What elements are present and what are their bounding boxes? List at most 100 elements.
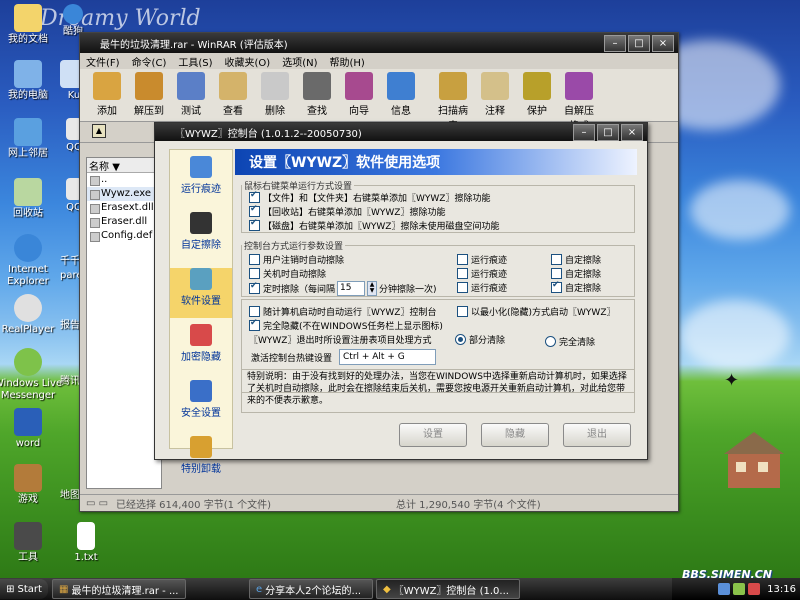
menu-file[interactable]: 文件(F): [86, 54, 120, 69]
close-button[interactable]: ×: [621, 124, 643, 141]
timed-trace-checkbox[interactable]: 运行痕迹: [457, 281, 507, 294]
sidebar-item-software-settings[interactable]: 软件设置: [170, 268, 232, 318]
toolbar-button-delete[interactable]: 删除: [256, 69, 294, 121]
toolbar-label: 解压到: [134, 106, 164, 117]
file-item[interactable]: ..: [87, 173, 161, 187]
tray-app-icon[interactable]: [748, 583, 761, 595]
interval-spinner[interactable]: ▲ ▼: [367, 281, 378, 296]
sidebar-item-custom-erase[interactable]: 自定擦除: [170, 212, 232, 262]
toolbar-button-wizard[interactable]: 向导: [340, 69, 378, 121]
dialog-title: 〖WYWZ〗控制台 (1.0.1.2--20050730): [175, 128, 362, 140]
hide-button[interactable]: 隐藏: [481, 423, 549, 447]
desktop-icon-realplayer[interactable]: RealPlayer: [0, 294, 63, 336]
desktop-icon-tools[interactable]: 工具: [0, 522, 63, 564]
taskbar-item-console[interactable]: ◆ 〖WYWZ〗控制台 (1.0...: [376, 579, 520, 599]
up-folder-icon[interactable]: ▲: [92, 124, 106, 138]
logout-trace-checkbox[interactable]: 运行痕迹: [457, 253, 507, 266]
desktop-icon-partial[interactable]: 腾讯: [60, 376, 80, 388]
word-icon: [14, 408, 42, 436]
timed-custom-checkbox[interactable]: 自定擦除: [551, 280, 601, 294]
minimize-button[interactable]: –: [604, 35, 626, 52]
minimize-button[interactable]: –: [573, 124, 595, 141]
desktop-icon-my-documents[interactable]: 我的文档: [0, 4, 63, 46]
file-list[interactable]: 名称 ▼ .. Wywz.exe Erasext.dll Eraser.dll …: [86, 157, 162, 489]
custom-erase-icon: [190, 212, 212, 234]
minimized-start-checkbox[interactable]: 以最小化(隐藏)方式启动〖WYWZ〗: [457, 305, 615, 318]
winrar-titlebar[interactable]: 最牛的垃圾清理.rar - WinRAR (评估版本) – □ ×: [80, 33, 678, 53]
toolbar-button-virus-scan[interactable]: 扫描病毒: [434, 69, 472, 132]
sidebar-item-run-traces[interactable]: 运行痕迹: [170, 156, 232, 206]
desktop-icon-games[interactable]: 游戏: [0, 464, 63, 506]
recycle-bin-menu-checkbox[interactable]: 【回收站】右键菜单添加〖WYWZ〗擦除功能: [249, 204, 445, 218]
logout-custom-checkbox[interactable]: 自定擦除: [551, 253, 601, 266]
sidebar-item-special-uninstall[interactable]: 特别卸载: [170, 436, 232, 486]
logout-erase-checkbox[interactable]: 用户注销时自动擦除: [249, 253, 344, 266]
sidebar-item-encrypt-hide[interactable]: 加密隐藏: [170, 324, 232, 374]
taskbar-item-winrar[interactable]: ▦ 最牛的垃圾清理.rar - ...: [52, 579, 186, 599]
desktop-icon-txt[interactable]: 1.txt: [66, 522, 106, 564]
file-item[interactable]: Config.def: [87, 229, 161, 243]
desktop-icon-ie[interactable]: Internet Explorer: [0, 234, 63, 288]
shutdown-erase-checkbox[interactable]: 关机时自动擦除: [249, 267, 326, 280]
close-button[interactable]: ×: [652, 35, 674, 52]
maximize-button[interactable]: □: [597, 124, 619, 141]
start-button[interactable]: ⊞ Start: [0, 579, 48, 599]
desktop-icon-partial[interactable]: pare: [60, 270, 83, 282]
disk-menu-checkbox[interactable]: 【磁盘】右键菜单添加〖WYWZ〗擦除未使用磁盘空间功能: [249, 218, 499, 232]
toolbar-button-test[interactable]: 测试: [172, 69, 210, 121]
virus-scan-icon: [439, 72, 467, 100]
toolbar-button-info[interactable]: 信息: [382, 69, 420, 121]
wywz-console-dialog[interactable]: 〖WYWZ〗控制台 (1.0.1.2--20050730) – □ × 运行痕迹…: [154, 122, 648, 475]
window-title: 最牛的垃圾清理.rar - WinRAR (评估版本): [100, 39, 288, 51]
exit-handling-label: 〖WYWZ〗退出时所设置注册表项目处理方式: [249, 336, 432, 346]
file-item[interactable]: Eraser.dll: [87, 215, 161, 229]
sidebar-item-security-settings[interactable]: 安全设置: [170, 380, 232, 430]
file-item[interactable]: Erasext.dll: [87, 201, 161, 215]
desktop-icon-word[interactable]: word: [0, 408, 63, 450]
partial-clear-radio[interactable]: 部分清除: [455, 333, 505, 346]
menu-favorites[interactable]: 收藏夹(O): [225, 54, 271, 69]
toolbar-button-sfx[interactable]: 自解压格式: [560, 69, 598, 132]
special-uninstall-icon: [190, 436, 212, 458]
toolbar-button-add-archive[interactable]: 添加: [88, 69, 126, 121]
maximize-button[interactable]: □: [628, 35, 650, 52]
tray-network-icon[interactable]: [733, 583, 746, 595]
exit-button[interactable]: 退出: [563, 423, 631, 447]
desktop-icon-recycle-bin[interactable]: 回收站: [0, 178, 63, 220]
desktop-icon-messenger[interactable]: Windows Live Messenger: [0, 348, 63, 402]
kugou-icon: [63, 4, 83, 24]
tray-volume-icon[interactable]: [718, 583, 731, 595]
bird-icon: ✦: [724, 370, 740, 391]
toolbar-button-extract[interactable]: 解压到: [130, 69, 168, 121]
desktop-icon-partial[interactable]: 报告: [60, 320, 80, 332]
desktop-icon-network[interactable]: 网上邻居: [0, 118, 63, 160]
fully-hidden-checkbox[interactable]: 完全隐藏(不在WINDOWS任务栏上显示图标): [249, 318, 443, 332]
cloud: [690, 180, 790, 240]
hotkey-input[interactable]: Ctrl + Alt + G: [339, 349, 436, 365]
desktop-icon-partial[interactable]: 千千: [60, 256, 80, 268]
toolbar-button-comment[interactable]: 注释: [476, 69, 514, 121]
column-header-name[interactable]: 名称 ▼: [87, 158, 161, 173]
clock[interactable]: 13:16: [767, 584, 796, 595]
interval-input[interactable]: 15: [337, 281, 366, 296]
shutdown-trace-checkbox[interactable]: 运行痕迹: [457, 267, 507, 280]
protect-icon: [523, 72, 551, 100]
menu-tools[interactable]: 工具(S): [178, 54, 212, 69]
menu-options[interactable]: 选项(N): [282, 54, 317, 69]
toolbar-button-find[interactable]: 查找: [298, 69, 336, 121]
menu-command[interactable]: 命令(C): [132, 54, 167, 69]
group-title: 控制台方式运行参数设置: [244, 242, 344, 252]
file-item[interactable]: Wywz.exe: [87, 187, 161, 201]
full-clear-radio[interactable]: 完全清除: [545, 335, 595, 348]
menu-help[interactable]: 帮助(H): [330, 54, 365, 69]
file-folder-menu-checkbox[interactable]: 【文件】和【文件夹】右键菜单添加〖WYWZ〗擦除功能: [249, 190, 490, 204]
settings-button[interactable]: 设置: [399, 423, 467, 447]
encrypt-hide-icon: [190, 324, 212, 346]
auto-start-checkbox[interactable]: 随计算机启动时自动运行〖WYWZ〗控制台: [249, 305, 436, 318]
shutdown-custom-checkbox[interactable]: 自定擦除: [551, 267, 601, 280]
toolbar-button-view[interactable]: 查看: [214, 69, 252, 121]
toolbar-button-protect[interactable]: 保护: [518, 69, 556, 121]
timed-erase-checkbox[interactable]: 定时擦除（每间隔15▲▼分钟擦除一次): [249, 281, 437, 296]
taskbar-item-browser[interactable]: e 分享本人2个论坛的...: [249, 579, 373, 599]
dialog-titlebar[interactable]: 〖WYWZ〗控制台 (1.0.1.2--20050730) – □ ×: [155, 123, 647, 141]
